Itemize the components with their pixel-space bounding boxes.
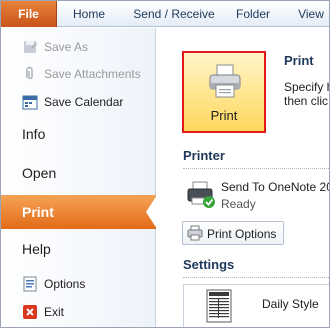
nav-label: Save Calendar [44,95,124,109]
nav-save-attachments[interactable]: Save Attachments [1,65,156,83]
printer-icon [209,64,241,98]
nav-label: Options [44,277,86,291]
print-description: Specify h then clic [284,80,330,108]
settings-heading: Settings [183,257,235,272]
nav-label: Save Attachments [44,67,141,81]
printer-ready-icon [187,181,215,208]
section-divider [183,168,329,169]
exit-icon [23,305,37,319]
calendar-icon [22,95,38,110]
tab-home[interactable]: Home [65,1,113,27]
section-divider [183,277,329,278]
nav-options[interactable]: Options [1,275,156,293]
tab-view[interactable]: View [291,1,329,27]
nav-open[interactable]: Open [1,156,156,190]
print-button-label: Print [210,108,238,123]
selection-arrow [146,195,157,229]
printer-name: Send To OneNote 20 [221,180,330,194]
paperclip-icon [26,66,33,80]
save-as-icon [24,41,37,53]
print-options-button[interactable]: Print Options [182,221,284,245]
nav-label: Save As [44,40,89,54]
outlook-backstage-window: File Home Send / Receive Folder View Sav… [0,0,330,328]
print-options-label: Print Options [207,227,277,241]
tab-send-receive[interactable]: Send / Receive [121,1,227,27]
printer-status: Ready [221,197,256,211]
nav-save-as[interactable]: Save As [1,38,156,56]
print-description-line: then clic [284,94,329,108]
printer-heading: Printer [183,148,225,163]
nav-print[interactable]: Print [1,195,156,229]
nav-info[interactable]: Info [1,117,156,151]
nav-save-calendar[interactable]: Save Calendar [1,93,156,111]
print-options-icon [187,225,203,241]
tab-folder[interactable]: Folder [227,1,279,27]
nav-help[interactable]: Help [1,232,156,266]
print-heading: Print [284,53,314,68]
nav-exit[interactable]: Exit [1,303,156,321]
nav-label: Exit [44,305,65,319]
daily-style-label: Daily Style [262,297,319,311]
daily-style-icon [206,289,232,323]
ribbon-tab-bar: File Home Send / Receive Folder View [1,1,329,27]
print-description-line: Specify h [284,80,330,94]
tab-file[interactable]: File [1,1,57,27]
options-icon [23,276,37,292]
print-button[interactable]: Print [182,51,266,133]
